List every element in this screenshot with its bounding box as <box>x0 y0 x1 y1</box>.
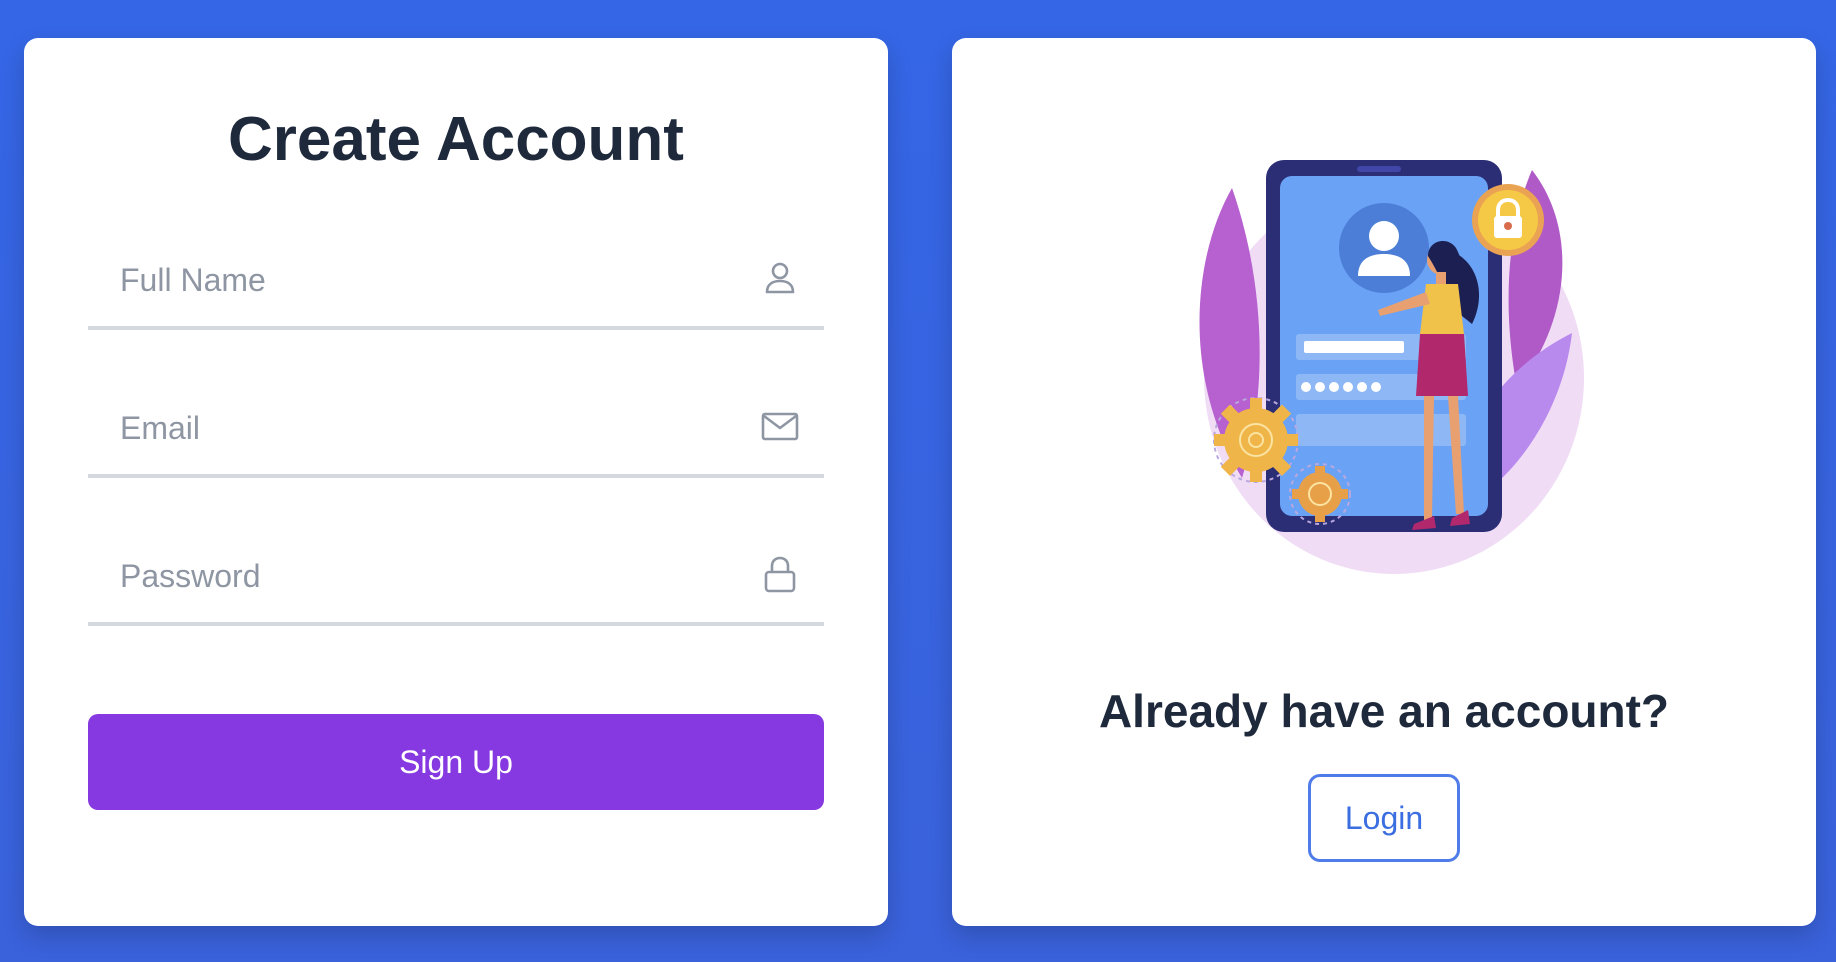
login-card: Already have an account? Login <box>952 38 1816 926</box>
login-button[interactable]: Login <box>1308 774 1460 862</box>
password-field[interactable] <box>88 530 824 626</box>
mail-icon <box>761 412 799 441</box>
phone-login-illustration <box>1199 160 1584 574</box>
password-input[interactable] <box>88 530 740 622</box>
full-name-field[interactable] <box>88 234 824 330</box>
signup-card: Create Account Sign Up <box>24 38 888 926</box>
sign-up-button[interactable]: Sign Up <box>88 714 824 810</box>
lock-icon <box>764 556 796 593</box>
email-field[interactable] <box>88 382 824 478</box>
user-icon <box>765 262 795 294</box>
email-input[interactable] <box>88 382 740 474</box>
signup-title: Create Account <box>228 105 684 174</box>
login-prompt: Already have an account? <box>1098 685 1670 737</box>
full-name-input[interactable] <box>88 234 740 326</box>
